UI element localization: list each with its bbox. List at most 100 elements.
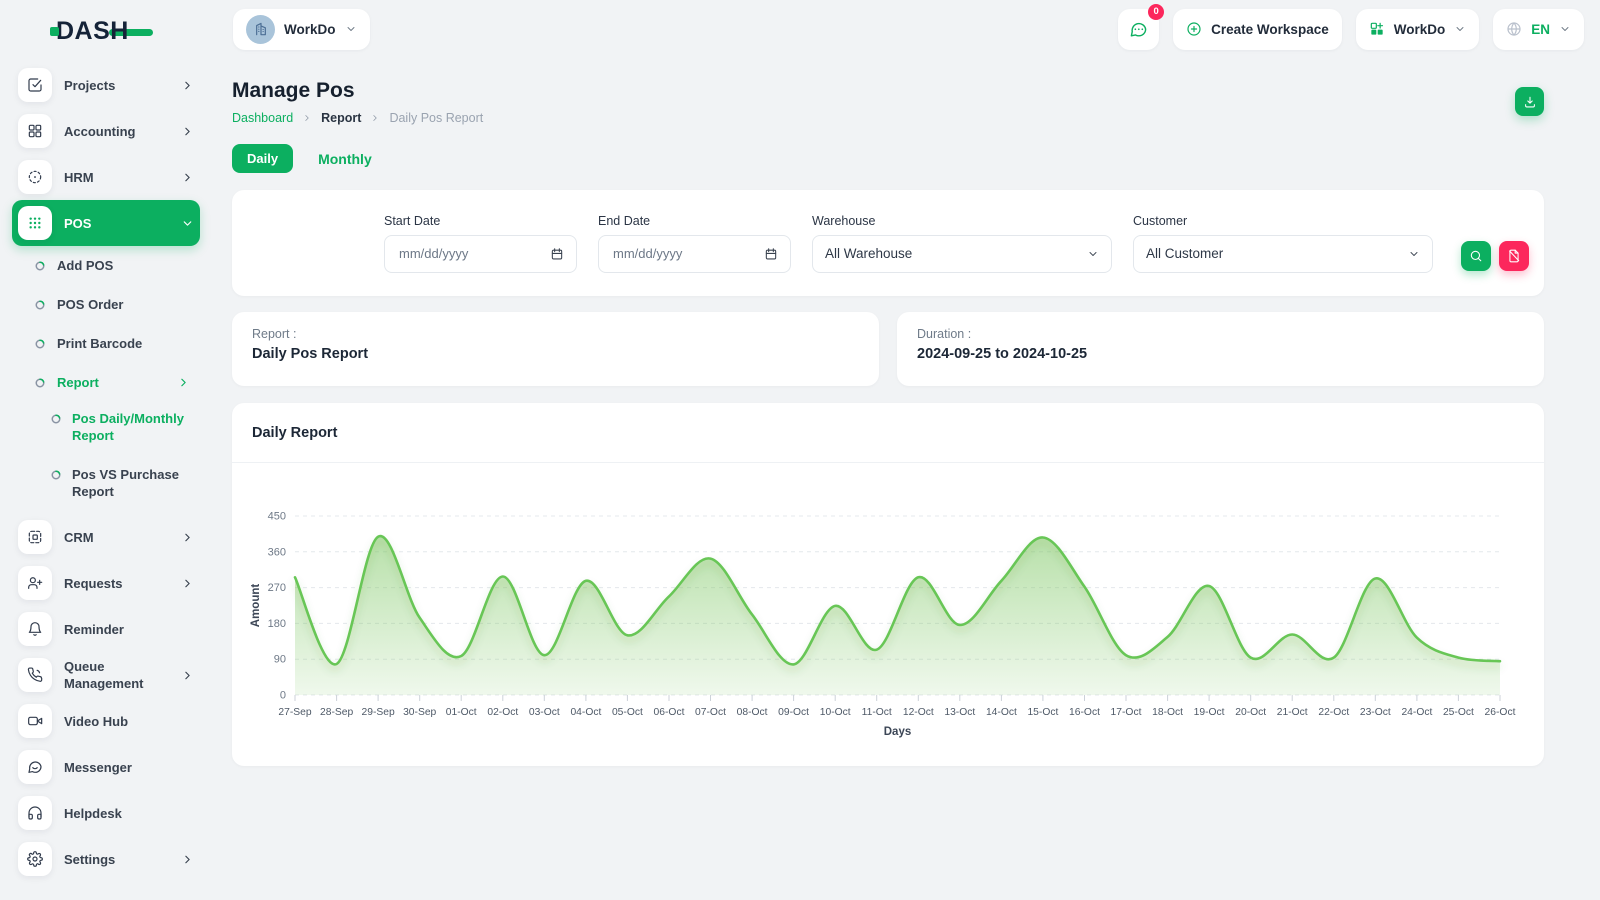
sidebar-item-hrm[interactable]: HRM: [12, 154, 200, 200]
customer-label: Customer: [1133, 214, 1433, 228]
chevron-right-icon: [181, 531, 194, 544]
calendar-icon[interactable]: [550, 247, 564, 261]
end-date-input[interactable]: [611, 245, 756, 262]
sidebar-item-pos[interactable]: POS: [12, 200, 200, 246]
sidebar-item-queue-management[interactable]: Queue Management: [12, 652, 200, 698]
report-type-card: Report : Daily Pos Report: [232, 312, 879, 386]
sidebar-item-helpdesk[interactable]: Helpdesk: [12, 790, 200, 836]
chevron-right-icon: [181, 669, 194, 682]
plus-circle-icon: [1186, 21, 1202, 37]
report-tabs: Daily Monthly: [232, 144, 1544, 173]
chevron-right-icon: [370, 113, 380, 123]
calendar-icon[interactable]: [764, 247, 778, 261]
start-date-control[interactable]: [384, 235, 577, 273]
svg-text:90: 90: [274, 654, 286, 666]
svg-text:27-Sep: 27-Sep: [278, 707, 311, 718]
warehouse-select[interactable]: All Warehouse: [812, 235, 1112, 273]
customer-select[interactable]: All Customer: [1133, 235, 1433, 273]
reset-filter-button[interactable]: [1499, 241, 1529, 271]
end-date-label: End Date: [598, 214, 791, 228]
svg-text:21-Oct: 21-Oct: [1277, 707, 1308, 718]
chevron-right-icon: [181, 577, 194, 590]
language-selector[interactable]: EN: [1493, 9, 1584, 50]
chevron-down-icon: [181, 217, 194, 230]
breadcrumb-report[interactable]: Report: [321, 111, 361, 125]
messages-button[interactable]: 0: [1118, 9, 1159, 50]
sidebar-item-label: POS: [64, 215, 169, 232]
sidebar-item-label: Requests: [64, 575, 169, 592]
sidebar-item-pos-daily-monthly-report[interactable]: Pos Daily/Monthly Report: [0, 402, 212, 458]
sidebar-item-projects[interactable]: Projects: [12, 62, 200, 108]
file-slash-icon: [1507, 249, 1521, 263]
brand-logo[interactable]: DASH: [0, 0, 212, 62]
filter-buttons: [1461, 241, 1529, 271]
sidebar-item-settings[interactable]: Settings: [12, 836, 200, 882]
page-header: Manage Pos Dashboard Report Daily Pos Re…: [232, 58, 1544, 125]
main-content: Manage Pos Dashboard Report Daily Pos Re…: [232, 58, 1544, 766]
sidebar-item-label: Report: [57, 374, 166, 391]
language-label: EN: [1531, 22, 1550, 37]
create-workspace-button[interactable]: Create Workspace: [1173, 9, 1342, 50]
x-ticks: [295, 695, 1500, 701]
sidebar-item-pos-order[interactable]: POS Order: [0, 285, 212, 324]
tab-monthly[interactable]: Monthly: [312, 150, 378, 168]
start-date-input[interactable]: [397, 245, 542, 262]
svg-text:19-Oct: 19-Oct: [1194, 707, 1225, 718]
layout-icon: [18, 520, 52, 554]
sidebar-item-print-barcode[interactable]: Print Barcode: [0, 324, 212, 363]
svg-text:24-Oct: 24-Oct: [1401, 707, 1432, 718]
start-date-label: Start Date: [384, 214, 577, 228]
svg-text:22-Oct: 22-Oct: [1318, 707, 1349, 718]
sidebar-item-label: Pos VS Purchase Report: [72, 466, 184, 500]
sidebar-item-report[interactable]: Report: [0, 363, 212, 402]
sidebar-item-label: Accounting: [64, 123, 169, 140]
logo-accent-dash: [50, 27, 59, 36]
sidebar-item-label: Add POS: [57, 257, 190, 274]
check-square-icon: [18, 68, 52, 102]
phone-icon: [18, 658, 52, 692]
chat-icon: [1129, 20, 1148, 39]
svg-text:20-Oct: 20-Oct: [1235, 707, 1266, 718]
workspace-avatar: [246, 15, 275, 44]
search-button[interactable]: [1461, 241, 1491, 271]
svg-text:13-Oct: 13-Oct: [944, 707, 975, 718]
sidebar-item-reminder[interactable]: Reminder: [12, 606, 200, 652]
sidebar-item-label: Reminder: [64, 621, 194, 638]
sidebar-item-pos-vs-purchase-report[interactable]: Pos VS Purchase Report: [0, 458, 212, 514]
sidebar-item-crm[interactable]: CRM: [12, 514, 200, 560]
svg-text:30-Sep: 30-Sep: [403, 707, 436, 718]
svg-text:25-Oct: 25-Oct: [1443, 707, 1474, 718]
svg-text:0: 0: [280, 690, 286, 702]
sidebar-item-messenger[interactable]: Messenger: [12, 744, 200, 790]
tab-daily[interactable]: Daily: [232, 144, 293, 173]
svg-text:12-Oct: 12-Oct: [903, 707, 934, 718]
sidebar-item-label: Projects: [64, 77, 169, 94]
duration-value: 2024-09-25 to 2024-10-25: [917, 346, 1524, 362]
topbar: WorkDo 0 Create Workspace WorkDo EN: [212, 0, 1600, 58]
chevron-down-icon: [1087, 248, 1099, 260]
download-report-button[interactable]: [1515, 87, 1544, 116]
target-icon: [18, 160, 52, 194]
workdo-grid-icon: [1369, 21, 1385, 37]
bell-icon: [18, 612, 52, 646]
sidebar-item-requests[interactable]: Requests: [12, 560, 200, 606]
area-chart-svg: 09018027036045027-Sep28-Sep29-Sep30-Sep0…: [232, 463, 1544, 766]
sidebar: DASH Projects Accounting HRM POS Add POS POS …: [0, 0, 212, 900]
workspace-selector[interactable]: WorkDo: [233, 9, 370, 50]
app-menu-button[interactable]: WorkDo: [1356, 9, 1480, 50]
svg-text:09-Oct: 09-Oct: [778, 707, 809, 718]
breadcrumb-dashboard[interactable]: Dashboard: [232, 111, 293, 125]
chevron-down-icon: [1454, 23, 1466, 35]
bullet-icon: [50, 413, 62, 425]
sidebar-item-add-pos[interactable]: Add POS: [0, 246, 212, 285]
svg-text:06-Oct: 06-Oct: [654, 707, 685, 718]
end-date-control[interactable]: [598, 235, 791, 273]
sidebar-item-accounting[interactable]: Accounting: [12, 108, 200, 154]
svg-text:360: 360: [268, 546, 286, 558]
sidebar-item-video-hub[interactable]: Video Hub: [12, 698, 200, 744]
svg-text:28-Sep: 28-Sep: [320, 707, 353, 718]
messages-badge: 0: [1148, 4, 1164, 20]
customer-selected-value: All Customer: [1146, 246, 1223, 261]
svg-text:02-Oct: 02-Oct: [487, 707, 518, 718]
sidebar-item-label: Print Barcode: [57, 335, 190, 352]
